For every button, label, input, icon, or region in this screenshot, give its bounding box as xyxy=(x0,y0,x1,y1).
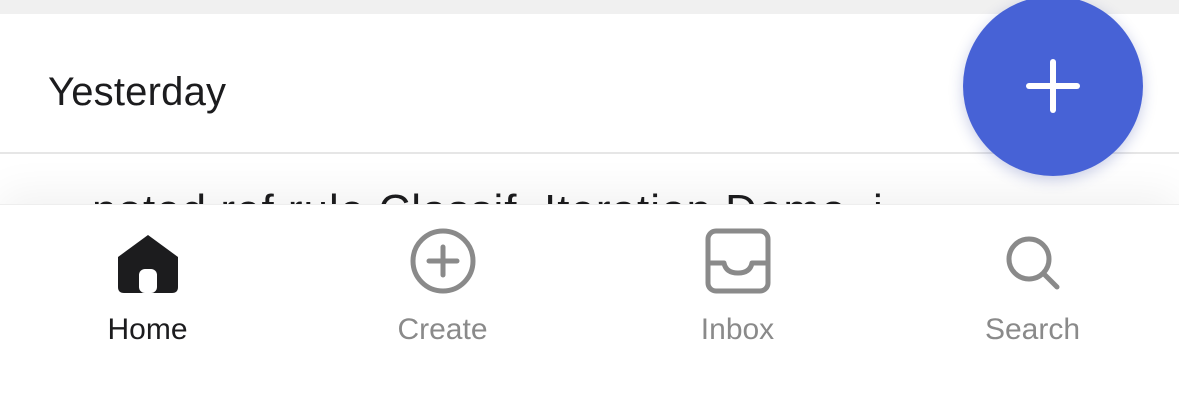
list-item-text: noted ref rule Classif..Iteration Demo..… xyxy=(92,186,884,206)
tab-create[interactable]: Create xyxy=(295,205,590,365)
tab-label: Search xyxy=(984,313,1081,346)
add-button[interactable] xyxy=(963,0,1143,176)
home-icon xyxy=(112,227,184,299)
tab-inbox[interactable]: Inbox xyxy=(590,205,885,365)
search-icon xyxy=(997,227,1069,299)
tab-bar: Home Create Inbox Search xyxy=(0,204,1179,409)
tab-search[interactable]: Search xyxy=(885,205,1179,365)
section-title: Yesterday xyxy=(48,70,227,114)
tab-label: Create xyxy=(397,313,488,346)
tab-label: Home xyxy=(107,313,188,346)
plus-icon xyxy=(1023,56,1083,116)
inbox-icon xyxy=(702,227,774,299)
tab-home[interactable]: Home xyxy=(0,205,295,365)
plus-circle-icon xyxy=(407,227,479,299)
app-screen: Yesterday noted ref rule Classif..Iterat… xyxy=(0,0,1179,409)
tab-label: Inbox xyxy=(700,313,775,346)
list-item[interactable]: noted ref rule Classif..Iteration Demo..… xyxy=(0,154,1179,206)
